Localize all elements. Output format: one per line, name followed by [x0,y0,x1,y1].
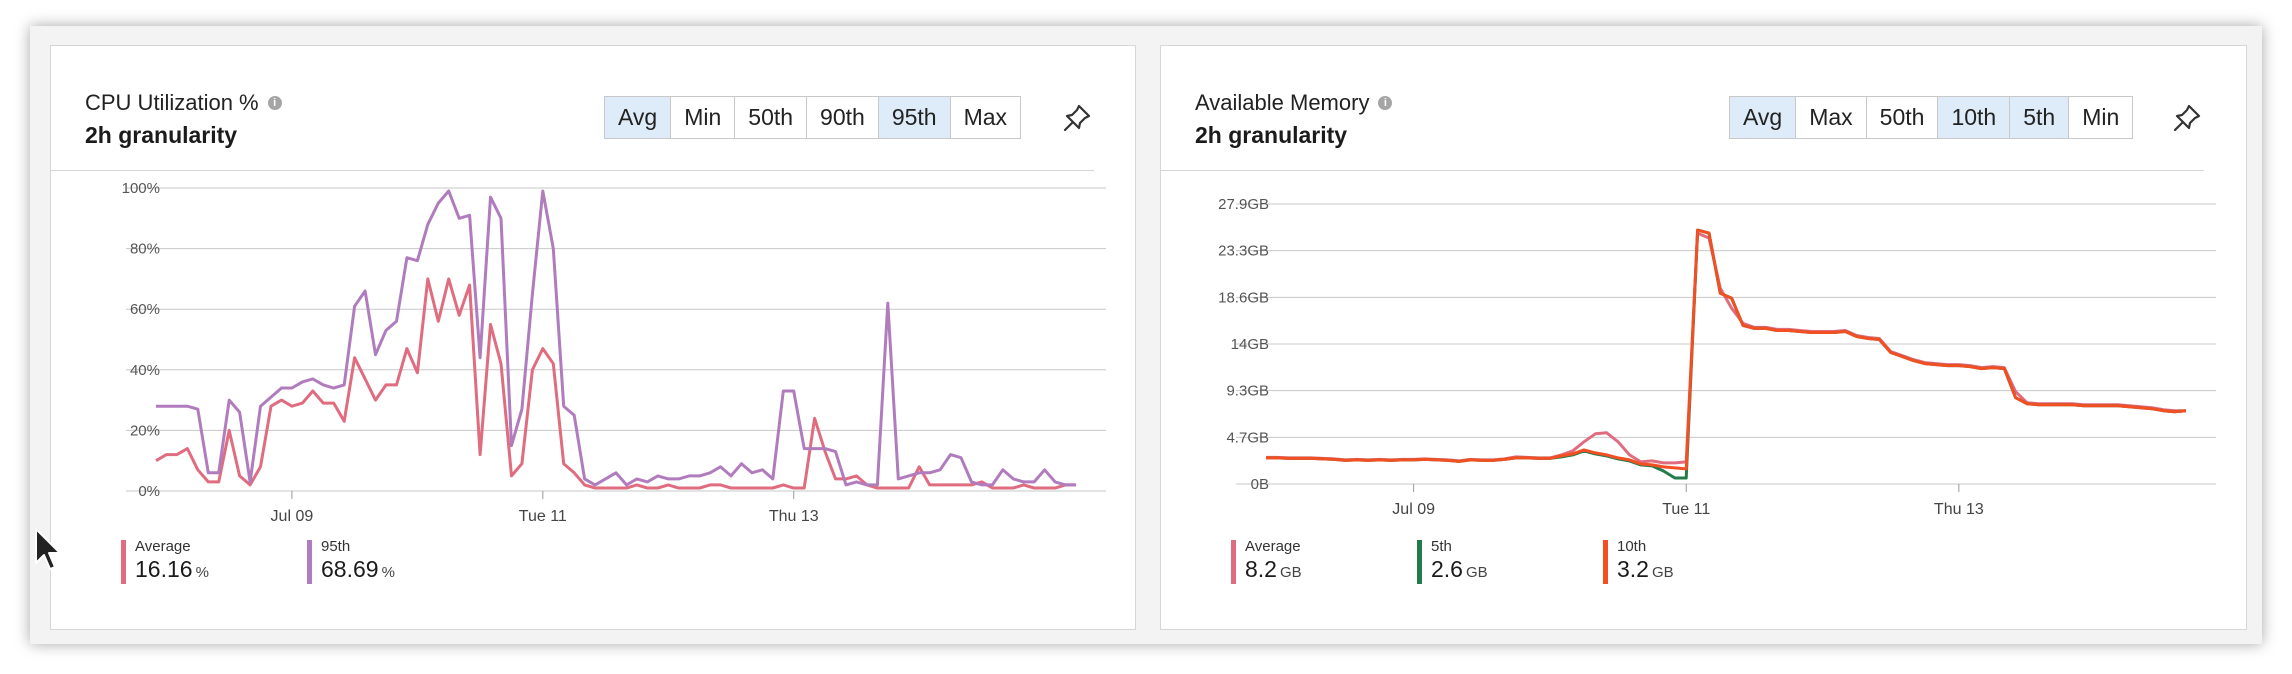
y-tick-label: 18.6GB [1218,289,1269,306]
y-tick-label: 4.7GB [1226,429,1269,446]
x-tick-label: Thu 13 [769,508,819,525]
y-tick-label: 80% [130,241,160,258]
x-tick-label: Thu 13 [1934,501,1984,518]
legend-name: Average [1245,538,1301,555]
legend-color-swatch [307,540,312,584]
legend-color-swatch [1603,540,1608,584]
legend-color-swatch [1417,540,1422,584]
legend-name: Average [135,538,191,555]
legend-item-average[interactable]: Average 16.16% [121,538,307,586]
memory-line-chart: 27.9GB 23.3GB 18.6GB 14GB 9.3GB 4.7GB 0B Jul 09… [1218,196,2216,518]
x-tick-label: Jul 09 [1392,501,1435,518]
y-tick-label: 27.9GB [1218,196,1269,213]
series-line-10th [1266,228,2187,471]
memory-legend: Average 8.2 GB 5th 2.6 GB 10th 3.2 GB [1231,538,1789,586]
legend-item-10th[interactable]: 10th 3.2 GB [1603,538,1789,586]
y-tick-label: 0B [1251,476,1269,493]
series-line-95th [156,189,1076,487]
series-line-average [155,277,1076,490]
x-tick-label: Tue 11 [519,508,567,525]
mouse-cursor-icon [35,528,61,570]
legend-item-5th[interactable]: 5th 2.6 GB [1417,538,1603,586]
cpu-line-chart: 100% 80% 60% 40% 20% 0% Jul 09 Tue 11 Thu 13 [122,180,1106,525]
y-tick-label: 60% [130,301,160,318]
x-tick-label: Jul 09 [271,508,314,525]
legend-value: 8.2 GB [1245,556,1302,582]
y-tick-label: 14GB [1231,336,1269,353]
y-tick-label: 100% [122,180,160,197]
legend-color-swatch [121,540,126,584]
legend-name: 95th [321,538,351,555]
available-memory-card: Available Memory i 2h granularity Avg Ma… [1160,45,2247,630]
x-tick-label: Tue 11 [1662,501,1710,518]
legend-name: 10th [1617,538,1647,555]
legend-item-average[interactable]: Average 8.2 GB [1231,538,1417,586]
legend-name: 5th [1431,538,1452,555]
cpu-legend: Average 16.16% 95th 68.69% [121,538,493,586]
y-tick-label: 20% [130,422,160,439]
y-tick-label: 9.3GB [1226,383,1269,400]
series-line-average [1266,231,2186,465]
legend-item-95th[interactable]: 95th 68.69% [307,538,493,586]
legend-value: 3.2 GB [1617,556,1674,582]
legend-value: 68.69% [321,556,395,582]
cpu-utilization-card: CPU Utilization % i 2h granularity Avg M… [50,45,1136,630]
legend-value: 16.16% [135,556,209,582]
y-tick-label: 23.3GB [1218,243,1269,260]
legend-color-swatch [1231,540,1236,584]
y-tick-label: 40% [130,362,160,379]
legend-value: 2.6 GB [1431,556,1488,582]
y-tick-label: 0% [138,483,160,500]
series-line-5th [1266,228,2187,480]
